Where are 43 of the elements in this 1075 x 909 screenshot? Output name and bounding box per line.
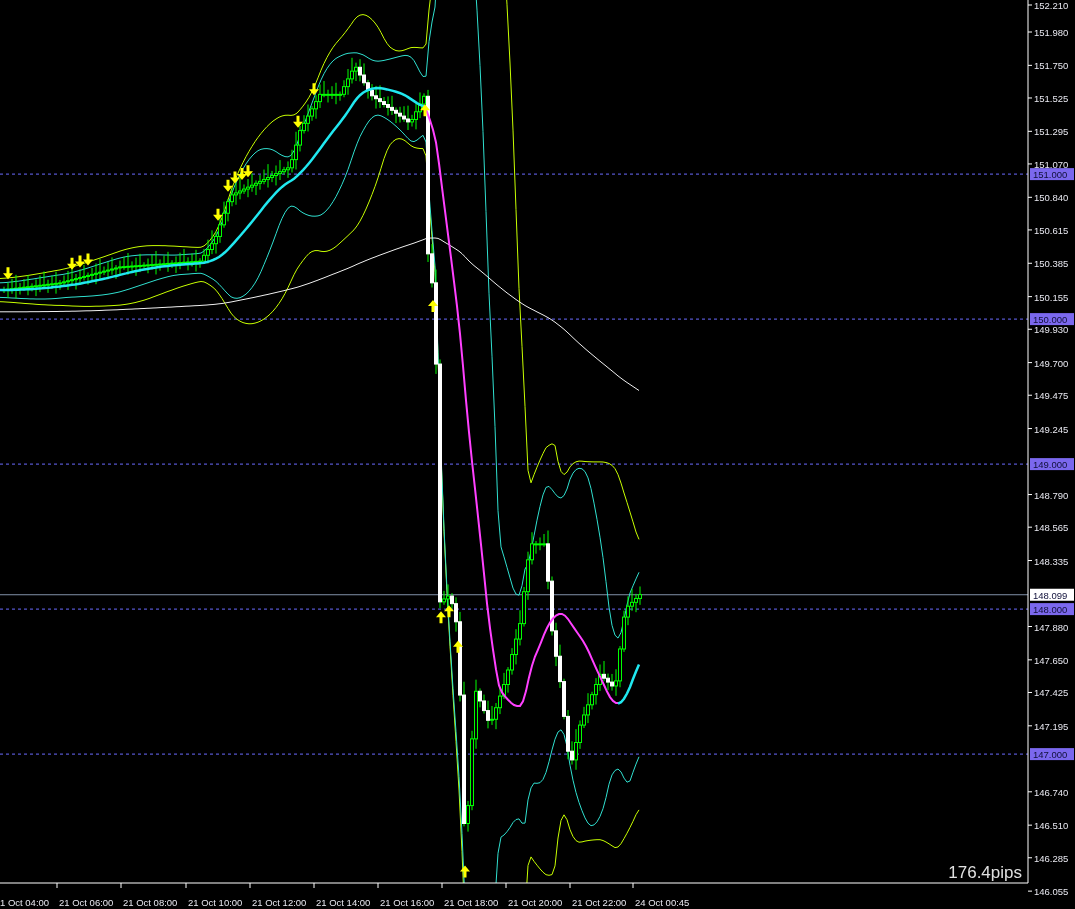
price-tick-label: 147.425: [1034, 687, 1069, 699]
price-tick-label: 151.980: [1034, 27, 1069, 38]
price-tick-label: 146.740: [1034, 786, 1069, 798]
time-tick-label: 21 Oct 16:00: [380, 897, 435, 908]
price-tick-label: 147.650: [1034, 654, 1069, 666]
pips-readout: 176.4pips: [948, 863, 1022, 882]
time-tick-label: 1 Oct 04:00: [0, 897, 50, 908]
price-tick-label: 151.525: [1034, 92, 1069, 104]
price-level-label: 148.000: [1030, 603, 1074, 616]
price-tick-label: 146.055: [1034, 886, 1069, 898]
price-tick-label: 148.565: [1034, 522, 1069, 534]
time-tick-label: 21 Oct 06:00: [59, 897, 114, 908]
price-tick-label: 146.510: [1034, 820, 1069, 832]
price-tick-label: 149.930: [1034, 324, 1069, 336]
time-tick-label: 21 Oct 20:00: [508, 897, 563, 908]
price-level-label: 148.099: [1030, 588, 1074, 601]
price-tick-label: 150.840: [1034, 192, 1069, 204]
price-tick-label: 152.210: [1034, 0, 1069, 11]
price-level-label: 150.000: [1030, 313, 1074, 326]
price-tick-label: 146.285: [1034, 852, 1069, 864]
price-tick-label: 150.385: [1034, 258, 1069, 270]
time-tick-label: 21 Oct 12:00: [252, 897, 307, 908]
time-tick-label: 24 Oct 00:45: [635, 897, 690, 908]
price-tick-label: 150.615: [1034, 224, 1069, 236]
time-tick-label: 21 Oct 08:00: [123, 897, 178, 908]
time-tick-label: 21 Oct 10:00: [188, 897, 243, 908]
price-level-label: 151.000: [1030, 168, 1074, 181]
price-tick-label: 149.245: [1034, 423, 1069, 435]
price-tick-label: 150.155: [1034, 291, 1069, 303]
price-tick-label: 148.335: [1034, 555, 1069, 567]
price-level-label: 147.000: [1030, 748, 1074, 761]
price-tick-label: 149.700: [1034, 357, 1069, 369]
price-tick-label: 147.880: [1034, 621, 1069, 633]
time-tick-label: 21 Oct 14:00: [316, 897, 371, 908]
price-tick-label: 148.790: [1034, 489, 1069, 501]
price-tick-label: 151.295: [1034, 126, 1069, 138]
price-tick-label: 149.475: [1034, 390, 1069, 402]
price-level-label: 149.000: [1030, 458, 1074, 471]
price-tick-label: 147.195: [1034, 720, 1069, 732]
price-tick-label: 151.070: [1034, 158, 1069, 170]
price-tick-label: 151.750: [1034, 60, 1069, 72]
time-tick-label: 21 Oct 22:00: [572, 897, 627, 908]
time-tick-label: 21 Oct 18:00: [444, 897, 499, 908]
